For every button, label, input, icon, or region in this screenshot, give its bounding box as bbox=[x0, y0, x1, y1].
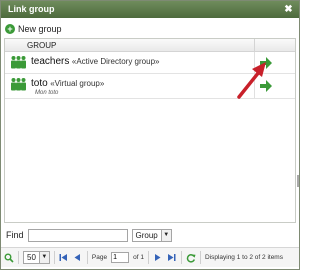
page-number-input[interactable] bbox=[111, 252, 130, 263]
groups-grid: GROUP teachers «Active Directory group» bbox=[4, 38, 299, 223]
group-description: Mon toto bbox=[35, 90, 59, 96]
dialog-title: Link group bbox=[8, 4, 55, 14]
find-input[interactable] bbox=[27, 228, 128, 242]
new-group-label: New group bbox=[18, 23, 62, 34]
per-page-select[interactable]: 50 ▼ bbox=[23, 251, 50, 264]
close-icon[interactable]: ✖ bbox=[283, 4, 294, 15]
group-icon bbox=[11, 56, 26, 69]
new-group-button[interactable]: + New group bbox=[5, 23, 62, 34]
divider bbox=[18, 251, 19, 264]
group-type: «Virtual group» bbox=[50, 79, 105, 88]
column-header-group[interactable]: GROUP bbox=[27, 39, 56, 52]
group-icon bbox=[11, 78, 26, 91]
divider bbox=[86, 251, 88, 264]
cell-divider bbox=[254, 52, 255, 73]
find-filter-select[interactable]: Group ▼ bbox=[131, 228, 172, 242]
link-arrow-icon[interactable] bbox=[259, 56, 273, 70]
table-row[interactable]: teachers «Active Directory group» bbox=[5, 52, 295, 74]
plus-icon: + bbox=[5, 23, 15, 34]
toolbar: + New group bbox=[5, 20, 295, 37]
pagination-status: Displaying 1 to 2 of 2 items bbox=[204, 254, 283, 261]
page-label: Page bbox=[91, 254, 108, 261]
chevron-down-icon: ▼ bbox=[160, 229, 171, 241]
group-type: «Active Directory group» bbox=[71, 57, 160, 66]
previous-page-icon[interactable] bbox=[73, 253, 83, 263]
chevron-down-icon: ▼ bbox=[38, 252, 49, 263]
find-bar: Find Group ▼ bbox=[6, 227, 296, 243]
page-count-label: of 1 bbox=[133, 254, 144, 261]
refresh-icon[interactable] bbox=[186, 253, 196, 263]
cell-divider bbox=[254, 74, 255, 98]
row-title: toto «Virtual group» bbox=[31, 78, 104, 89]
link-arrow-icon[interactable] bbox=[259, 79, 273, 93]
pagination-bar: 50 ▼ Page of 1 Displaying 1 to 2 of 2 it… bbox=[1, 247, 299, 267]
divider bbox=[199, 251, 201, 264]
grid-header: GROUP bbox=[5, 39, 295, 52]
per-page-value: 50 bbox=[27, 253, 36, 262]
table-row[interactable]: toto «Virtual group» Mon toto bbox=[5, 74, 295, 99]
resize-handle[interactable] bbox=[297, 175, 299, 187]
link-group-dialog: Link group ✖ + New group GROUP teachers … bbox=[0, 0, 300, 270]
group-name: toto bbox=[31, 78, 48, 89]
next-page-icon[interactable] bbox=[153, 253, 163, 263]
divider bbox=[180, 251, 182, 264]
group-name: teachers bbox=[31, 56, 70, 67]
find-label: Find bbox=[6, 230, 24, 240]
column-divider bbox=[254, 39, 255, 52]
row-title: teachers «Active Directory group» bbox=[31, 56, 159, 67]
divider bbox=[147, 251, 149, 264]
first-page-icon[interactable] bbox=[59, 253, 69, 263]
last-page-icon[interactable] bbox=[167, 253, 177, 263]
find-filter-value: Group bbox=[135, 230, 158, 240]
dialog-titlebar[interactable]: Link group ✖ bbox=[1, 1, 299, 18]
divider bbox=[53, 251, 55, 264]
search-icon[interactable] bbox=[4, 253, 14, 263]
